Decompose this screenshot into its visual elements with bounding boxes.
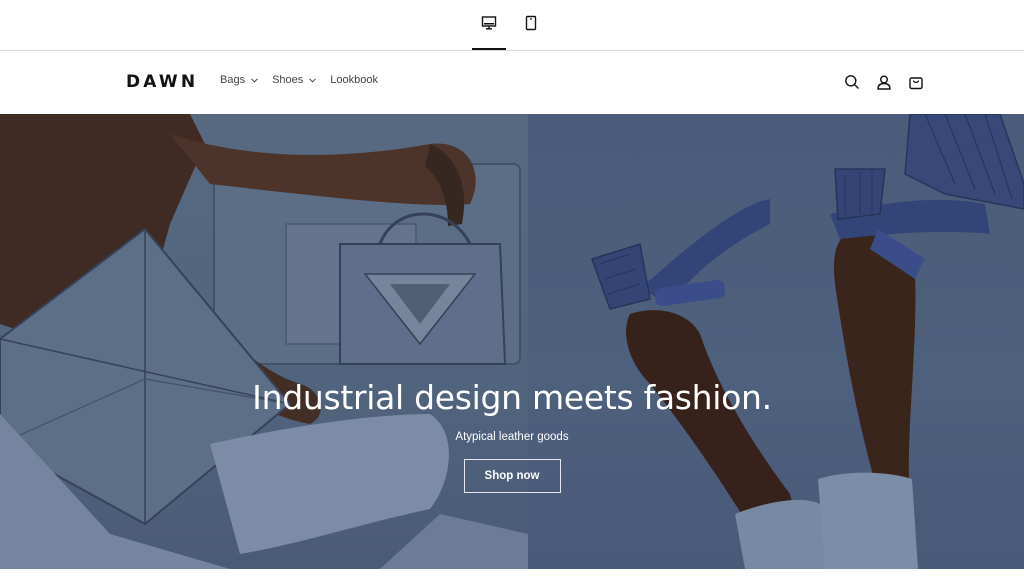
mobile-preview-button[interactable] (514, 0, 548, 51)
hero-overlay (0, 114, 1024, 569)
hero-title: Industrial design meets fashion. (252, 378, 772, 417)
header-actions (842, 72, 926, 92)
desktop-preview-button[interactable] (472, 0, 506, 51)
chevron-down-icon (309, 77, 317, 83)
nav-item-lookbook[interactable]: Lookbook (330, 74, 378, 86)
cart-icon[interactable] (906, 72, 926, 92)
main-nav: Bags Shoes Lookbook (220, 74, 392, 86)
store-logo[interactable]: DAWN (126, 72, 198, 92)
hero-content: Industrial design meets fashion. Atypica… (0, 378, 1024, 493)
device-preview-toolbar (0, 0, 1024, 51)
nav-item-label: Shoes (272, 74, 304, 86)
monitor-icon (481, 15, 497, 36)
store-header: DAWN Bags Shoes Lookbook (0, 52, 1024, 114)
account-icon[interactable] (874, 72, 894, 92)
nav-item-bags[interactable]: Bags (220, 74, 258, 86)
nav-item-label: Bags (220, 74, 246, 86)
page-bottom-strip (0, 569, 1024, 577)
search-icon[interactable] (842, 72, 862, 92)
nav-item-shoes[interactable]: Shoes (272, 74, 317, 86)
hero-subtitle: Atypical leather goods (455, 431, 569, 443)
hero-banner: Industrial design meets fashion. Atypica… (0, 114, 1024, 569)
nav-item-label: Lookbook (330, 74, 378, 86)
smartphone-icon (523, 15, 539, 36)
shop-now-button[interactable]: Shop now (463, 459, 561, 493)
chevron-down-icon (251, 77, 258, 83)
